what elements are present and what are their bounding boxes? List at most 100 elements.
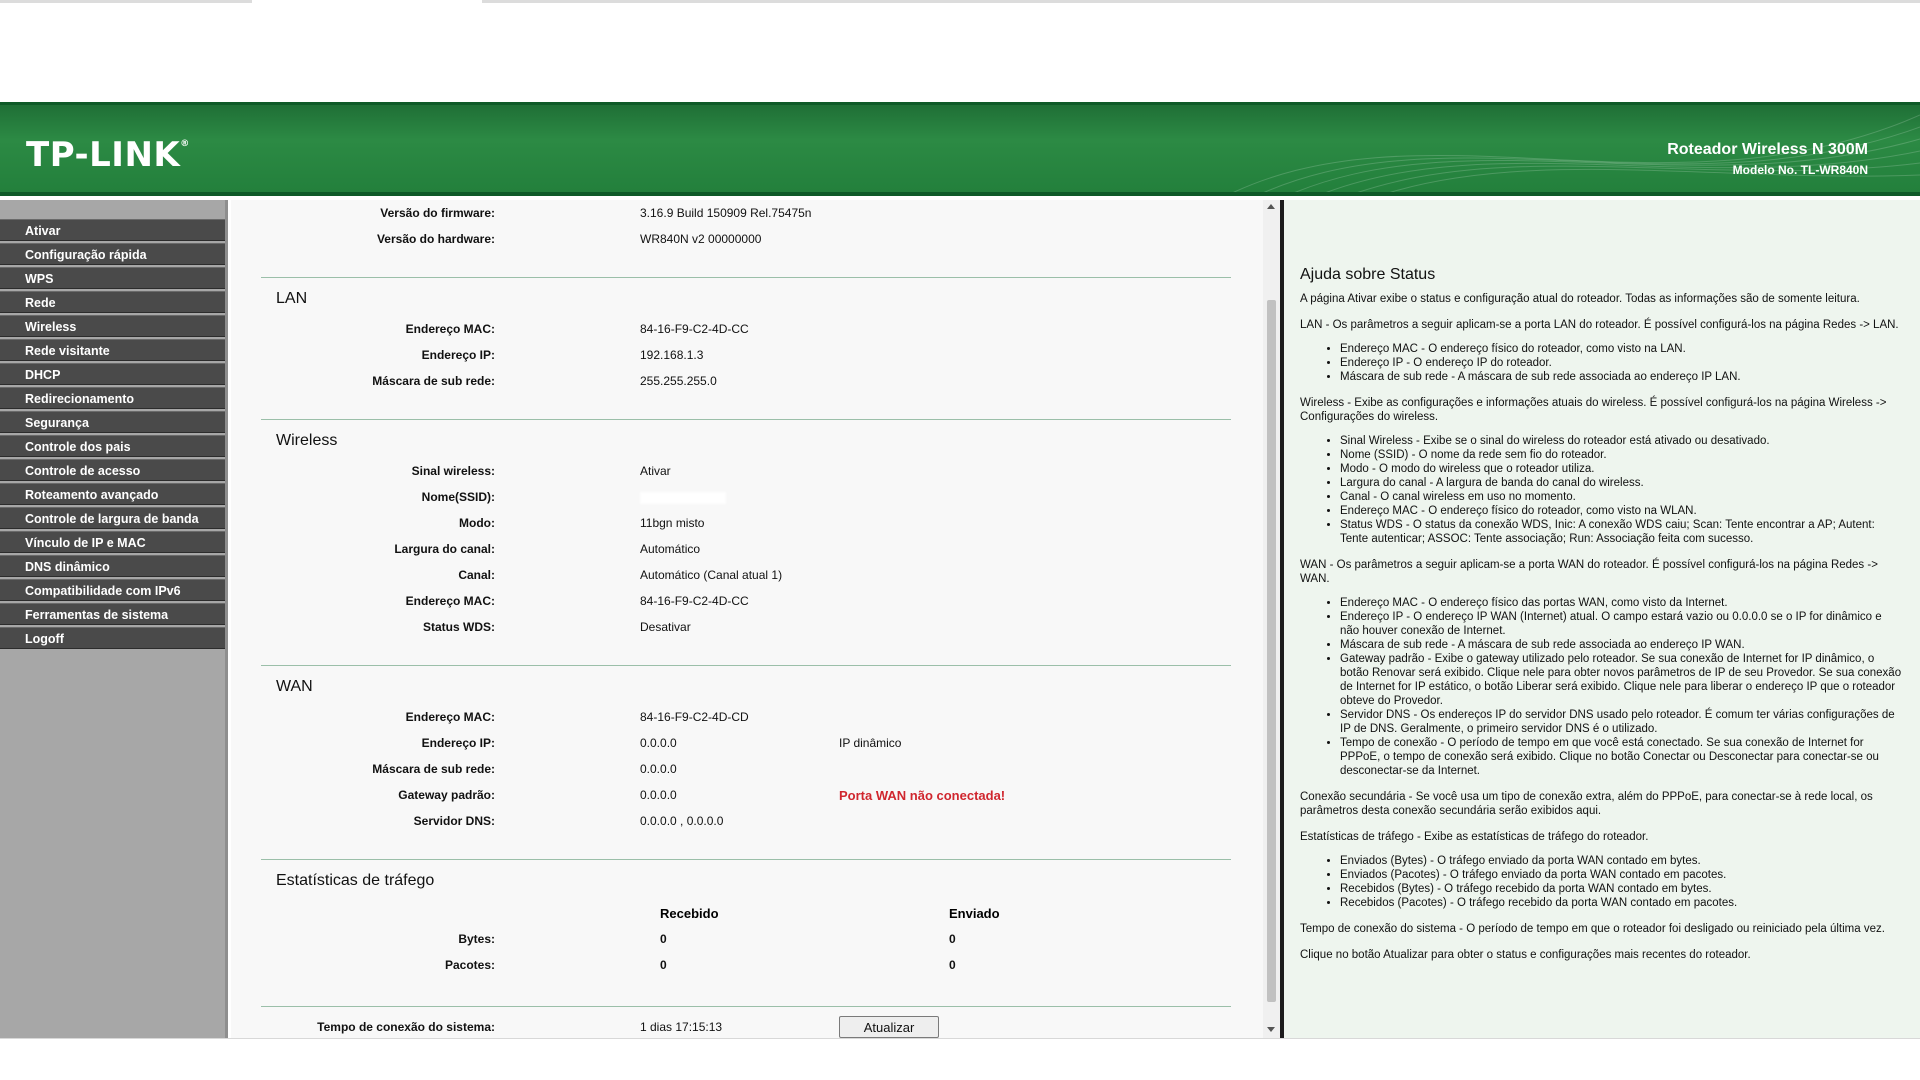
- list-item: Nome (SSID) - O nome da rede sem fio do …: [1340, 448, 1904, 462]
- wireless-section-title: Wireless: [276, 432, 338, 449]
- sidebar-item-rede-visitante[interactable]: Rede visitante: [0, 339, 225, 361]
- wireless-mode-label: Modo:: [459, 516, 495, 530]
- sidebar-item-roteamento-avancado[interactable]: Roteamento avançado: [0, 483, 225, 505]
- traffic-bytes-sent: 0: [949, 932, 956, 946]
- help-lan-text: LAN - Os parâmetros a seguir aplicam-se …: [1300, 319, 1899, 331]
- wireless-width-value: Automático: [640, 542, 701, 556]
- sidebar-item-wireless[interactable]: Wireless: [0, 315, 225, 337]
- section-divider: [261, 419, 1231, 420]
- browser-tab-strip: [0, 0, 1920, 102]
- traffic-packets-received: 0: [660, 958, 667, 972]
- help-traffic-text: Estatísticas de tráfego - Exibe as estat…: [1300, 831, 1649, 843]
- list-item: Máscara de sub rede - A máscara de sub r…: [1340, 370, 1904, 384]
- firmware-label: Versão do firmware:: [380, 206, 495, 220]
- wireless-mac-label: Endereço MAC:: [405, 594, 495, 608]
- list-item: Servidor DNS - Os endereços IP do servid…: [1340, 708, 1904, 736]
- sidebar-item-compatibilidade-com-ipv6[interactable]: Compatibilidade com IPv6: [0, 579, 225, 601]
- lan-mac-label: Endereço MAC:: [405, 322, 495, 336]
- list-item: Sinal Wireless - Exibe se o sinal do wir…: [1340, 434, 1904, 448]
- help-refresh-text: Clique no botão Atualizar para obter o s…: [1300, 949, 1751, 961]
- sidebar-item-controle-de-largura-de-banda[interactable]: Controle de largura de banda: [0, 507, 225, 529]
- sidebar-item-dhcp[interactable]: DHCP: [0, 363, 225, 385]
- lan-mac-value: 84-16-F9-C2-4D-CC: [640, 322, 749, 336]
- hardware-label: Versão do hardware:: [376, 232, 495, 246]
- list-item: Endereço IP - O endereço IP WAN (Interne…: [1340, 610, 1904, 638]
- help-secondary-text: Conexão secundária - Se você usa um tipo…: [1300, 791, 1873, 817]
- product-info: Roteador Wireless N 300M Modelo No. TL-W…: [1667, 141, 1868, 177]
- model-number: Modelo No. TL-WR840N: [1732, 163, 1868, 177]
- wireless-channel-value: Automático (Canal atual 1): [640, 568, 783, 582]
- traffic-received-header: Recebido: [660, 906, 719, 921]
- sidebar-item-wps[interactable]: WPS: [0, 267, 225, 289]
- section-divider: [261, 859, 1231, 860]
- help-uptime-text: Tempo de conexão do sistema - O período …: [1300, 923, 1885, 935]
- browser-bottom-area: [0, 1038, 1920, 1080]
- sidebar-item-rede[interactable]: Rede: [0, 291, 225, 313]
- list-item: Largura do canal - A largura de banda do…: [1340, 476, 1904, 490]
- list-item: Modo - O modo do wireless que o roteador…: [1340, 462, 1904, 476]
- sidebar-item-dns-dinamico[interactable]: DNS dinâmico: [0, 555, 225, 577]
- sidebar-item-redirecionamento[interactable]: Redirecionamento: [0, 387, 225, 409]
- lan-ip-label: Endereço IP:: [421, 348, 495, 362]
- list-item: Canal - O canal wireless em uso no momen…: [1340, 490, 1904, 504]
- section-divider: [261, 1006, 1231, 1007]
- sidebar-item-controle-dos-pais[interactable]: Controle dos pais: [0, 435, 225, 457]
- list-item: Máscara de sub rede - A máscara de sub r…: [1340, 638, 1904, 652]
- sidebar-item-controle-de-acesso[interactable]: Controle de acesso: [0, 459, 225, 481]
- wireless-channel-label: Canal:: [458, 568, 495, 582]
- section-divider: [261, 665, 1231, 666]
- wan-mac-label: Endereço MAC:: [405, 710, 495, 724]
- wireless-wds-value: Desativar: [640, 620, 691, 634]
- content-scrollbar[interactable]: [1263, 200, 1280, 1038]
- wan-gateway-label: Gateway padrão:: [398, 788, 495, 802]
- traffic-packets-sent: 0: [949, 958, 956, 972]
- status-content: Versão do firmware: 3.16.9 Build 150909 …: [231, 200, 1263, 1038]
- sidebar-item-seguranca[interactable]: Segurança: [0, 411, 225, 433]
- sidebar-menu: Ativar Configuração rápida WPS Rede Wireless…: [0, 200, 228, 1038]
- wireless-mode-value: 11bgn misto: [640, 516, 705, 530]
- hardware-value: WR840N v2 00000000: [640, 232, 762, 246]
- list-item: Endereço MAC - O endereço físico das por…: [1340, 596, 1904, 610]
- help-wireless-text: Wireless - Exibe as configurações e info…: [1300, 397, 1887, 423]
- help-traffic-list: Enviados (Bytes) - O tráfego enviado da …: [1340, 854, 1904, 910]
- wireless-mac-value: 84-16-F9-C2-4D-CC: [640, 594, 749, 608]
- sidebar-item-ferramentas-de-sistema[interactable]: Ferramentas de sistema: [0, 603, 225, 625]
- list-item: Endereço MAC - O endereço físico do rote…: [1340, 342, 1904, 356]
- traffic-packets-label: Pacotes:: [444, 958, 495, 972]
- wan-dns-label: Servidor DNS:: [413, 814, 495, 828]
- traffic-bytes-label: Bytes:: [458, 932, 495, 946]
- list-item: Recebidos (Pacotes) - O tráfego recebido…: [1340, 896, 1904, 910]
- wireless-signal-label: Sinal wireless:: [411, 464, 495, 478]
- wireless-width-label: Largura do canal:: [394, 542, 495, 556]
- scroll-down-arrow-icon[interactable]: [1267, 1027, 1275, 1032]
- product-title: Roteador Wireless N 300M: [1667, 141, 1868, 158]
- list-item: Recebidos (Bytes) - O tráfego recebido d…: [1340, 882, 1904, 896]
- lan-mask-label: Máscara de sub rede:: [372, 374, 495, 388]
- wireless-ssid-label: Nome(SSID):: [421, 490, 495, 504]
- list-item: Endereço IP - O endereço IP do roteador.: [1340, 356, 1904, 370]
- wan-section-title: WAN: [276, 678, 313, 695]
- wireless-wds-label: Status WDS:: [423, 620, 495, 634]
- uptime-value: 1 dias 17:15:13: [640, 1020, 723, 1034]
- sidebar-item-logoff[interactable]: Logoff: [0, 627, 225, 649]
- sidebar-item-ativar[interactable]: Ativar: [0, 219, 225, 241]
- help-panel: Ajuda sobre Status A página Ativar exibe…: [1284, 200, 1920, 1038]
- help-title: Ajuda sobre Status: [1300, 266, 1436, 283]
- sidebar-item-configuracao-rapida[interactable]: Configuração rápida: [0, 243, 225, 265]
- refresh-button[interactable]: Atualizar: [839, 1016, 939, 1038]
- traffic-section-title: Estatísticas de tráfego: [276, 872, 435, 889]
- list-item: Enviados (Bytes) - O tráfego enviado da …: [1340, 854, 1904, 868]
- help-wan-list: Endereço MAC - O endereço físico das por…: [1340, 596, 1904, 778]
- sidebar-item-vinculo-de-ip-e-mac[interactable]: Vínculo de IP e MAC: [0, 531, 225, 553]
- section-divider: [261, 277, 1231, 278]
- wan-mask-value: 0.0.0.0: [640, 762, 677, 776]
- list-item: Tempo de conexão - O período de tempo em…: [1340, 736, 1904, 778]
- lan-ip-value: 192.168.1.3: [640, 348, 704, 362]
- scroll-up-arrow-icon[interactable]: [1267, 204, 1275, 209]
- wan-gateway-value: 0.0.0.0: [640, 788, 677, 802]
- wireless-signal-value: Ativar: [640, 464, 671, 478]
- lan-mask-value: 255.255.255.0: [640, 374, 717, 388]
- lan-section-title: LAN: [276, 290, 308, 307]
- firmware-value: 3.16.9 Build 150909 Rel.75475n: [640, 206, 812, 220]
- scroll-thumb[interactable]: [1267, 300, 1276, 1002]
